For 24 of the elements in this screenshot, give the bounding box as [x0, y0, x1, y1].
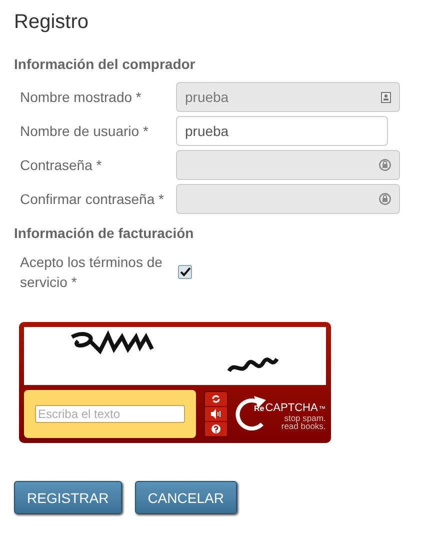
field-label: Nombre de usuario *	[20, 123, 150, 139]
slogan: read books.	[280, 422, 326, 430]
reload-icon[interactable]	[205, 392, 227, 406]
cancel-button[interactable]: CANCELAR	[134, 481, 237, 514]
input-field[interactable]: prueba	[176, 116, 388, 146]
field-label: Nombre mostrado *	[20, 89, 142, 105]
logo-name: CAPTCHA	[265, 402, 318, 414]
page-title: Registro	[14, 11, 88, 34]
section-heading: Información del comprador	[14, 56, 196, 72]
slogan: stop spam.	[284, 414, 326, 422]
field-value: prueba	[185, 89, 229, 105]
checkbox[interactable]	[178, 265, 192, 279]
captcha-input[interactable]: Escriba el texto	[35, 405, 185, 423]
submit-button[interactable]: REGISTRAR	[14, 481, 122, 514]
help-icon[interactable]	[205, 422, 227, 436]
section-heading: Información de facturación	[14, 225, 194, 241]
contact-card-icon	[381, 92, 391, 102]
speaker-icon[interactable]	[205, 406, 227, 422]
lock-icon	[379, 192, 391, 206]
checkbox-label: Acepto los términos de servicio *	[20, 253, 164, 292]
field-value: prueba	[185, 123, 229, 139]
field-label: Contraseña *	[20, 157, 103, 173]
lock-icon	[379, 158, 391, 172]
field-label: Confirmar contraseña *	[20, 191, 165, 207]
